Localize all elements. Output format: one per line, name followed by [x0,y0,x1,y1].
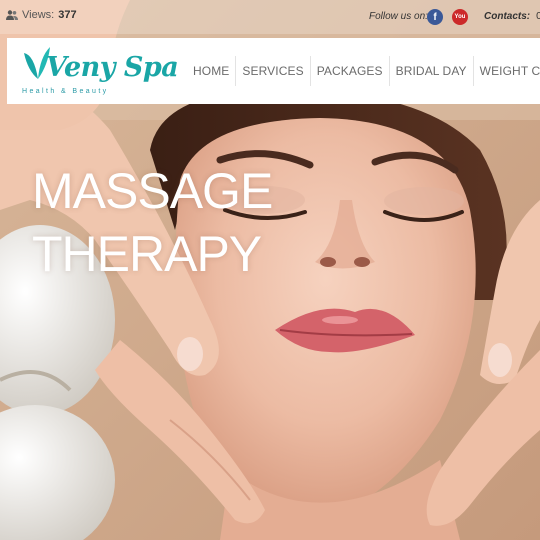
nav-item-services[interactable]: SERVICES [236,56,311,86]
facebook-icon[interactable]: f [427,9,443,25]
views-label: Views: [22,9,55,21]
users-icon [6,10,18,20]
hero-headline: MASSAGE THERAPY [32,160,273,286]
top-bar: Views: 377 Follow us on: f You Contacts:… [0,0,540,36]
nav-item-home[interactable]: HOME [187,56,237,86]
nav-item-packages[interactable]: PACKAGES [311,56,390,86]
hero-line-1: MASSAGE [32,163,273,219]
nav-item-weight-control[interactable]: WEIGHT CONTROL [474,56,540,86]
youtube-icon[interactable]: You [452,9,468,25]
contacts-label: Contacts: [484,11,531,22]
contacts-value[interactable]: 0( [536,11,540,22]
main-nav: HOME SERVICES PACKAGES BRIDAL DAY WEIGHT… [187,38,540,104]
nav-item-bridal-day[interactable]: BRIDAL DAY [390,56,474,86]
brand-name: Veny Spa [46,52,179,83]
site-header: Veny Spa Health & Beauty HOME SERVICES P… [7,38,540,104]
facebook-glyph: f [433,11,437,23]
views-counter: Views: 377 [6,9,77,21]
youtube-glyph: You [454,14,466,20]
brand-logo[interactable]: Veny Spa Health & Beauty [20,45,179,97]
contacts: Contacts: 0( [484,11,540,22]
hero-line-2: THERAPY [32,226,262,282]
follow-us-label: Follow us on: [369,11,428,22]
views-count: 377 [58,9,77,21]
brand-tagline: Health & Beauty [22,88,109,95]
